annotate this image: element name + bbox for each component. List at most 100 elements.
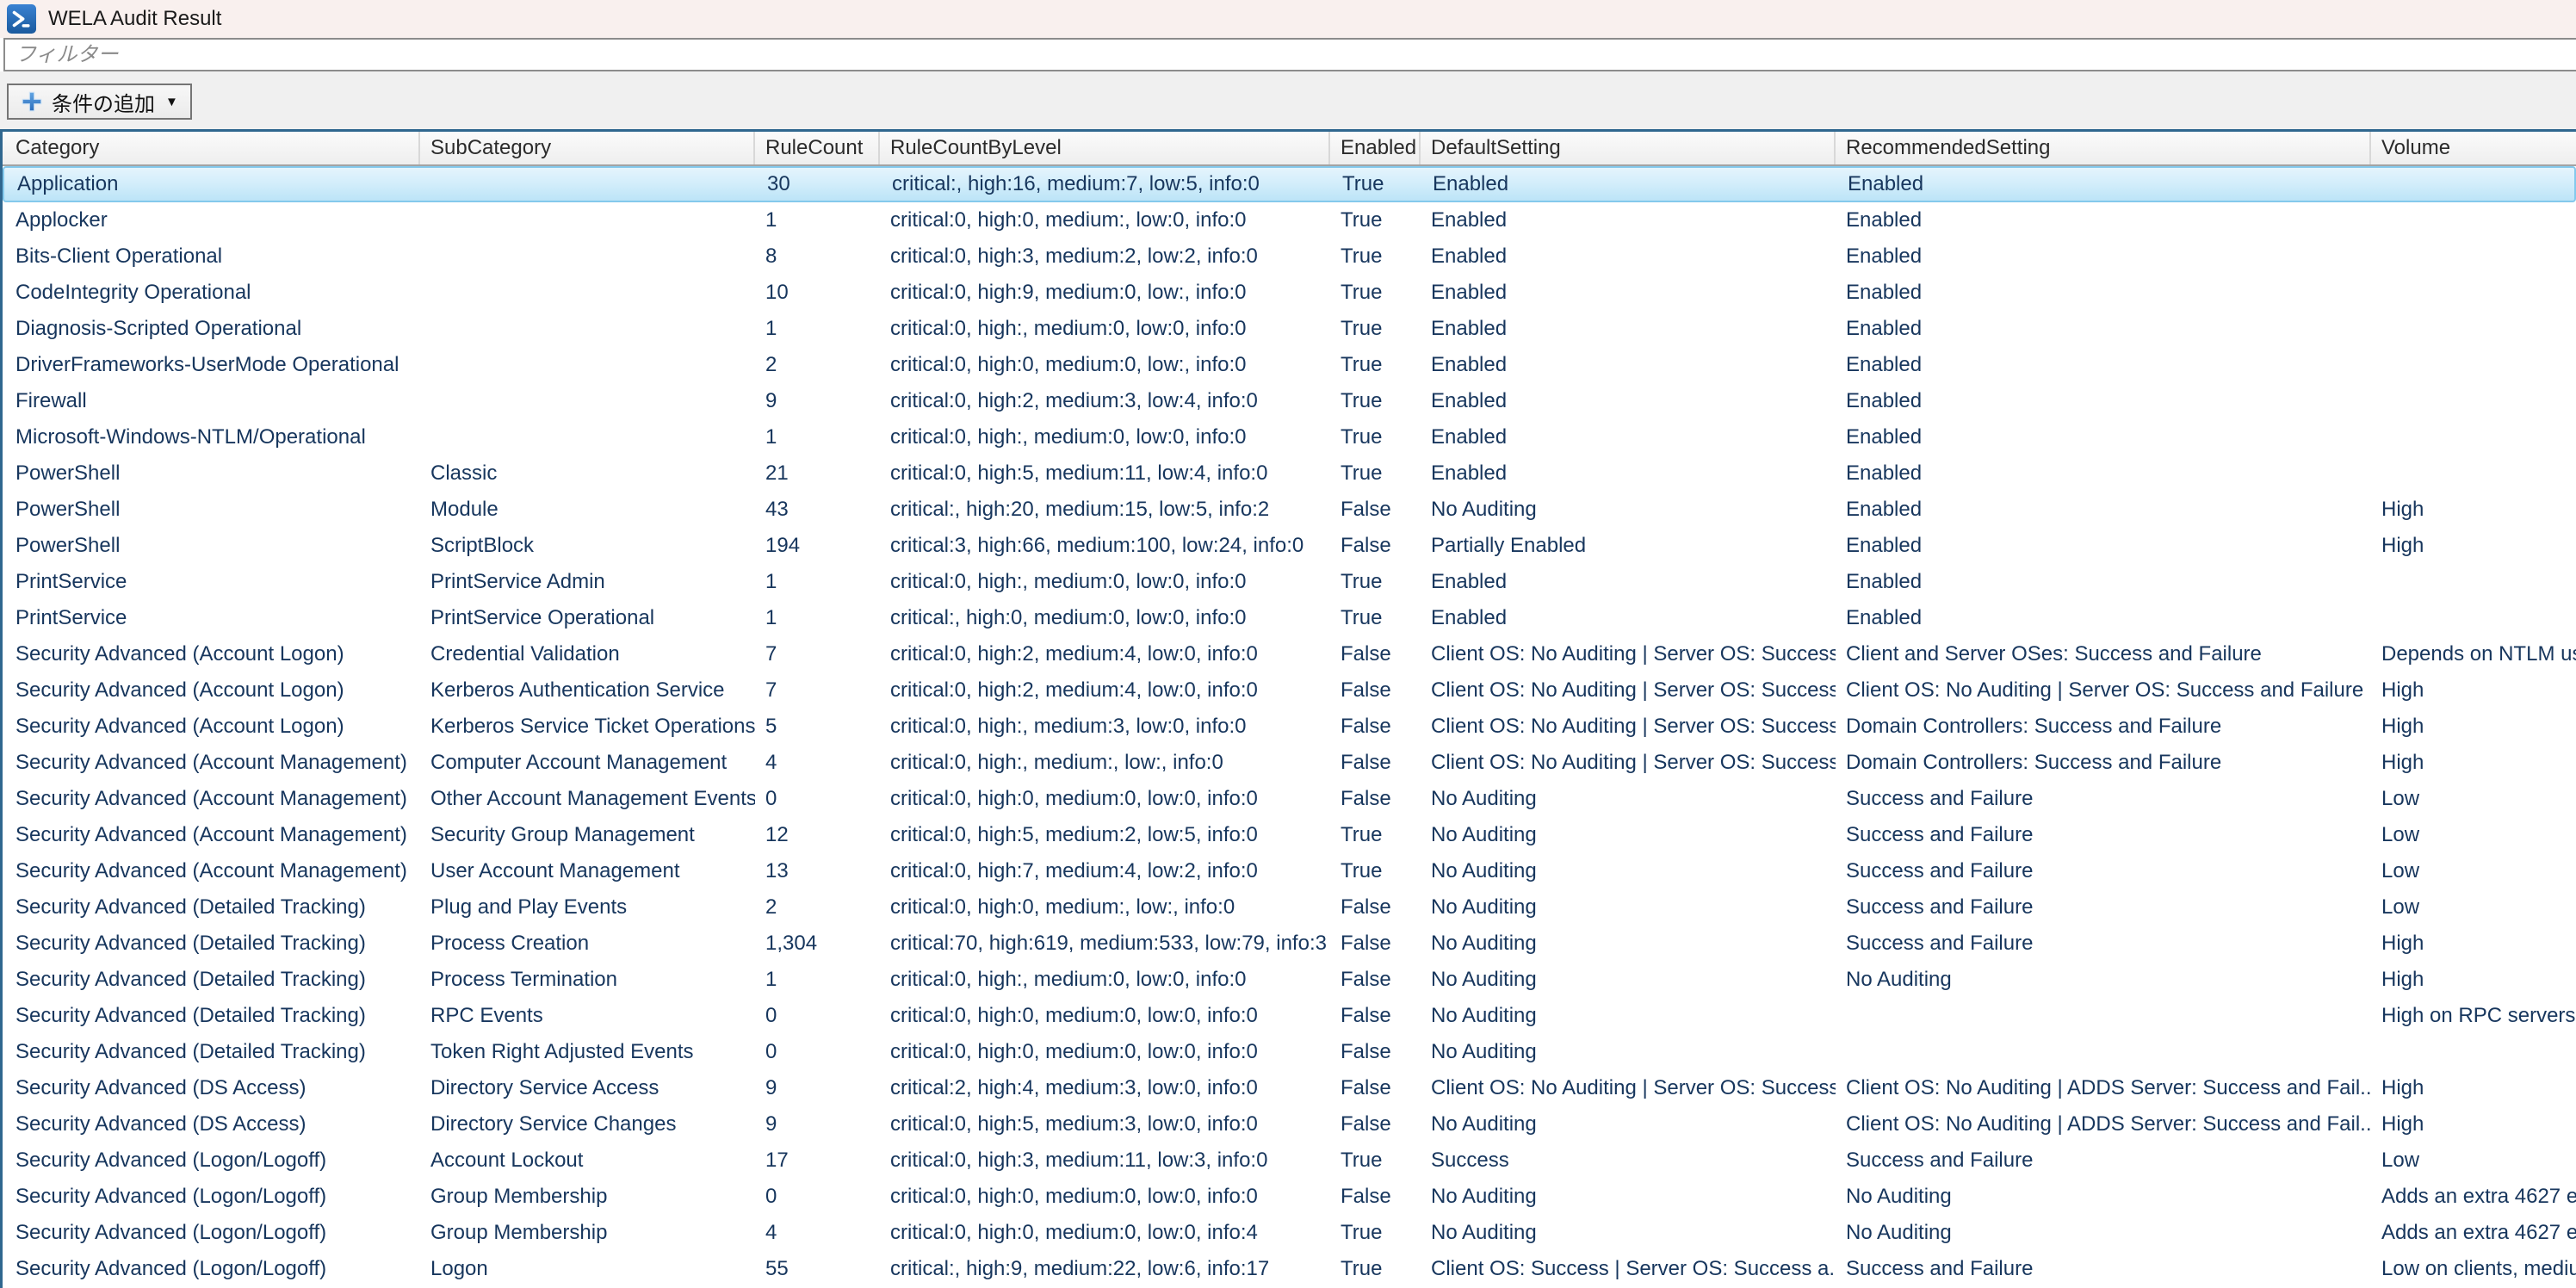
cell-rulecountbylevel: critical:3, high:66, medium:100, low:24,… xyxy=(880,534,1330,558)
table-row[interactable]: Security Advanced (Detailed Tracking)RPC… xyxy=(3,998,2576,1034)
table-row[interactable]: PowerShellClassic21critical:0, high:5, m… xyxy=(3,455,2576,492)
table-row[interactable]: Security Advanced (Account Management)Ot… xyxy=(3,781,2576,817)
cell-volume: Adds an extra 4627 ev xyxy=(2371,1185,2576,1209)
table-row[interactable]: Security Advanced (Detailed Tracking)Pro… xyxy=(3,962,2576,998)
cell-subcategory: Group Membership xyxy=(420,1221,755,1245)
cell-defaultsetting: No Auditing xyxy=(1421,1185,1836,1209)
table-row[interactable]: PrintServicePrintService Operational1cri… xyxy=(3,600,2576,636)
cell-volume: High xyxy=(2371,1112,2576,1136)
cell-category: Security Advanced (Account Management) xyxy=(3,859,420,883)
cell-subcategory: User Account Management xyxy=(420,859,755,883)
column-header-subcategory[interactable]: SubCategory xyxy=(420,132,755,164)
cell-category: Security Advanced (DS Access) xyxy=(3,1076,420,1100)
cell-defaultsetting: No Auditing xyxy=(1421,1040,1836,1064)
table-row[interactable]: Security Advanced (Account Management)Us… xyxy=(3,853,2576,889)
table-row[interactable]: Security Advanced (Account Logon)Kerbero… xyxy=(3,709,2576,745)
cell-volume: High xyxy=(2371,751,2576,775)
table-row[interactable]: Bits-Client Operational8critical:0, high… xyxy=(3,238,2576,275)
cell-enabled: False xyxy=(1330,642,1421,666)
table-row[interactable]: Microsoft-Windows-NTLM/Operational1criti… xyxy=(3,419,2576,455)
cell-volume: Depends on NTLM us xyxy=(2371,642,2576,666)
cell-subcategory: Directory Service Changes xyxy=(420,1112,755,1136)
cell-category: DriverFrameworks-UserMode Operational xyxy=(3,353,420,377)
cell-enabled: True xyxy=(1330,317,1421,341)
cell-enabled: False xyxy=(1330,678,1421,703)
table-row[interactable]: Security Advanced (Account Logon)Kerbero… xyxy=(3,672,2576,709)
cell-rulecount: 9 xyxy=(755,389,880,413)
column-header-rulecount[interactable]: RuleCount xyxy=(755,132,880,164)
cell-recommendedsetting: Enabled xyxy=(1836,461,2371,486)
cell-subcategory: Plug and Play Events xyxy=(420,895,755,920)
column-header-rulecountbylevel[interactable]: RuleCountByLevel xyxy=(880,132,1330,164)
table-row[interactable]: DriverFrameworks-UserMode Operational2cr… xyxy=(3,347,2576,383)
table-row[interactable]: Security Advanced (Account Logon)Credent… xyxy=(3,636,2576,672)
cell-subcategory: Module xyxy=(420,498,755,522)
cell-category: Security Advanced (Detailed Tracking) xyxy=(3,895,420,920)
filter-input[interactable] xyxy=(3,38,2576,71)
cell-rulecountbylevel: critical:0, high:0, medium:0, low:0, inf… xyxy=(880,1040,1330,1064)
cell-subcategory: Other Account Management Events xyxy=(420,787,755,811)
column-header-defaultsetting[interactable]: DefaultSetting xyxy=(1421,132,1836,164)
table-row[interactable]: Firewall9critical:0, high:2, medium:3, l… xyxy=(3,383,2576,419)
cell-category: Microsoft-Windows-NTLM/Operational xyxy=(3,425,420,449)
cell-enabled: True xyxy=(1330,208,1421,232)
cell-defaultsetting: No Auditing xyxy=(1421,1004,1836,1028)
cell-recommendedsetting: Success and Failure xyxy=(1836,932,2371,956)
cell-enabled: False xyxy=(1330,498,1421,522)
cell-rulecountbylevel: critical:0, high:7, medium:4, low:2, inf… xyxy=(880,859,1330,883)
cell-defaultsetting: Client OS: No Auditing | Server OS: Succ… xyxy=(1421,751,1836,775)
table-row[interactable]: Applocker1critical:0, high:0, medium:, l… xyxy=(3,202,2576,238)
cell-rulecountbylevel: critical:0, high:0, medium:0, low:, info… xyxy=(880,353,1330,377)
results-table: CategorySubCategoryRuleCountRuleCountByL… xyxy=(0,129,2576,1288)
cell-enabled: True xyxy=(1330,461,1421,486)
cell-category: PowerShell xyxy=(3,461,420,486)
table-row[interactable]: Security Advanced (Detailed Tracking)Tok… xyxy=(3,1034,2576,1070)
cell-recommendedsetting: Enabled xyxy=(1836,498,2371,522)
cell-rulecountbylevel: critical:, high:0, medium:0, low:0, info… xyxy=(880,606,1330,630)
cell-rulecountbylevel: critical:0, high:, medium:3, low:0, info… xyxy=(880,715,1330,739)
column-header-volume[interactable]: Volume xyxy=(2371,132,2576,164)
table-row[interactable]: Security Advanced (Detailed Tracking)Pro… xyxy=(3,926,2576,962)
table-row[interactable]: Security Advanced (Detailed Tracking)Plu… xyxy=(3,889,2576,926)
table-row[interactable]: Security Advanced (DS Access)Directory S… xyxy=(3,1070,2576,1106)
column-header-recommendedsetting[interactable]: RecommendedSetting xyxy=(1836,132,2371,164)
cell-defaultsetting: Enabled xyxy=(1421,281,1836,305)
window-title: WELA Audit Result xyxy=(48,7,221,31)
cell-volume: High xyxy=(2371,932,2576,956)
cell-rulecountbylevel: critical:0, high:0, medium:, low:, info:… xyxy=(880,895,1330,920)
table-row[interactable]: PrintServicePrintService Admin1critical:… xyxy=(3,564,2576,600)
add-criteria-button[interactable]: 条件の追加 ▼ xyxy=(7,84,192,120)
cell-rulecount: 1 xyxy=(755,425,880,449)
table-row[interactable]: Security Advanced (Logon/Logoff)Group Me… xyxy=(3,1215,2576,1251)
table-row[interactable]: PowerShellScriptBlock194critical:3, high… xyxy=(3,528,2576,564)
table-row[interactable]: Security Advanced (Logon/Logoff)Logon55c… xyxy=(3,1251,2576,1287)
cell-recommendedsetting: No Auditing xyxy=(1836,1185,2371,1209)
cell-rulecount: 4 xyxy=(755,751,880,775)
cell-subcategory: Computer Account Management xyxy=(420,751,755,775)
cell-subcategory: Classic xyxy=(420,461,755,486)
cell-recommendedsetting: Client OS: No Auditing | ADDS Server: Su… xyxy=(1836,1112,2371,1136)
cell-category: Diagnosis-Scripted Operational xyxy=(3,317,420,341)
cell-subcategory: Security Group Management xyxy=(420,823,755,847)
cell-subcategory: PrintService Admin xyxy=(420,570,755,594)
cell-category: Security Advanced (Detailed Tracking) xyxy=(3,968,420,992)
table-row[interactable]: Diagnosis-Scripted Operational1critical:… xyxy=(3,311,2576,347)
cell-subcategory: Logon xyxy=(420,1257,755,1281)
column-header-category[interactable]: Category xyxy=(3,132,420,164)
cell-rulecountbylevel: critical:0, high:5, medium:3, low:0, inf… xyxy=(880,1112,1330,1136)
cell-enabled: True xyxy=(1330,245,1421,269)
cell-recommendedsetting: Enabled xyxy=(1836,317,2371,341)
column-header-enabled[interactable]: Enabled xyxy=(1330,132,1421,164)
criteria-band: 条件の追加 ▼ xyxy=(0,71,2576,129)
table-row[interactable]: CodeIntegrity Operational10critical:0, h… xyxy=(3,275,2576,311)
table-row[interactable]: Security Advanced (Logon/Logoff)Group Me… xyxy=(3,1179,2576,1215)
table-row[interactable]: Application30critical:, high:16, medium:… xyxy=(3,166,2576,202)
table-row[interactable]: Security Advanced (Account Management)Co… xyxy=(3,745,2576,781)
cell-volume: High xyxy=(2371,498,2576,522)
table-row[interactable]: Security Advanced (Account Management)Se… xyxy=(3,817,2576,853)
table-row[interactable]: Security Advanced (DS Access)Directory S… xyxy=(3,1106,2576,1142)
cell-category: Security Advanced (Detailed Tracking) xyxy=(3,1004,420,1028)
cell-rulecount: 1 xyxy=(755,570,880,594)
table-row[interactable]: PowerShellModule43critical:, high:20, me… xyxy=(3,492,2576,528)
table-row[interactable]: Security Advanced (Logon/Logoff)Account … xyxy=(3,1142,2576,1179)
